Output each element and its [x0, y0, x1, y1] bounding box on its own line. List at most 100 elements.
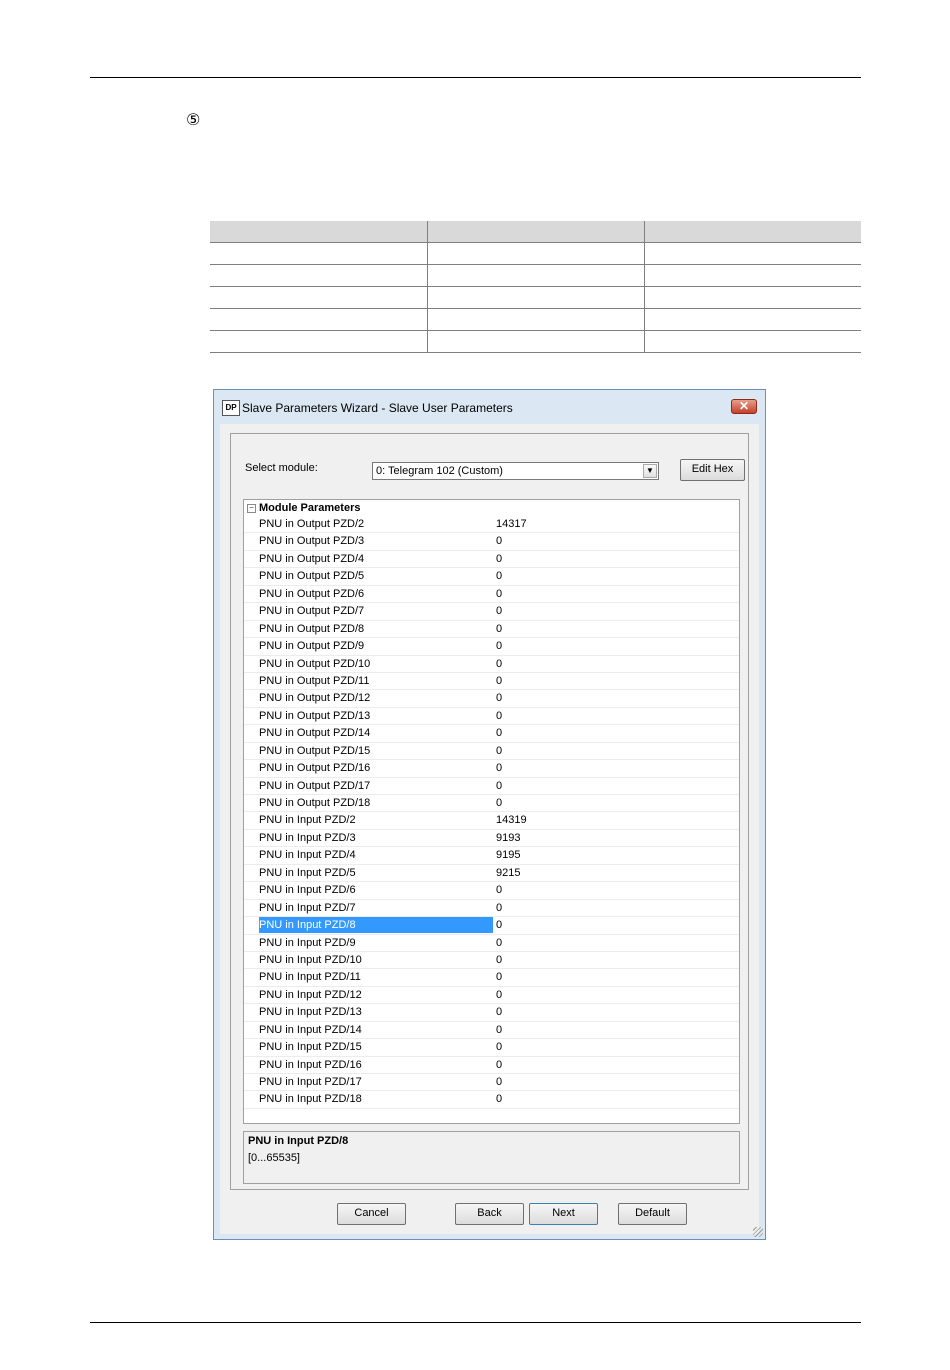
parameter-name: PNU in Input PZD/17 [259, 1076, 362, 1088]
parameter-name: PNU in Output PZD/8 [259, 622, 365, 635]
parameter-name: PNU in Input PZD/2 [259, 814, 356, 827]
parameter-value[interactable]: 0 [496, 917, 502, 934]
parameter-value[interactable]: 0 [496, 656, 502, 673]
parameter-row[interactable]: PNU in Output PZD/5 0 [244, 568, 739, 586]
parameter-name: PNU in Input PZD/3 [259, 831, 356, 844]
parameter-value[interactable]: 0 [496, 690, 502, 707]
title-bar[interactable]: DP Slave Parameters Wizard - Slave User … [214, 390, 765, 424]
parameter-value[interactable]: 0 [496, 568, 502, 585]
parameter-row[interactable]: PNU in Output PZD/8 0 [244, 621, 739, 639]
collapse-icon[interactable]: − [247, 504, 256, 513]
parameter-value[interactable]: 0 [496, 969, 502, 986]
parameter-row[interactable]: PNU in Output PZD/7 0 [244, 603, 739, 621]
module-select[interactable]: 0: Telegram 102 (Custom) ▼ [372, 462, 659, 480]
parameter-row[interactable]: PNU in Output PZD/11 0 [244, 673, 739, 691]
parameter-grid[interactable]: − Module Parameters PNU in Output PZD/2 1… [243, 499, 740, 1124]
parameter-row[interactable]: PNU in Input PZD/3 9193 [244, 830, 739, 848]
parameter-value[interactable]: 0 [496, 778, 502, 795]
parameter-value[interactable]: 0 [496, 1039, 502, 1056]
cancel-button[interactable]: Cancel [337, 1203, 406, 1225]
parameter-row[interactable]: PNU in Output PZD/12 0 [244, 690, 739, 708]
parameter-row[interactable]: PNU in Output PZD/9 0 [244, 638, 739, 656]
parameter-value[interactable]: 0 [496, 621, 502, 638]
doc-table [210, 221, 861, 353]
parameter-row[interactable]: PNU in Input PZD/6 0 [244, 882, 739, 900]
parameter-value[interactable]: 0 [496, 708, 502, 725]
parameter-row[interactable]: PNU in Output PZD/6 0 [244, 586, 739, 604]
parameter-row[interactable]: PNU in Input PZD/17 0 [244, 1074, 739, 1092]
parameter-row[interactable]: PNU in Input PZD/8 0 [244, 917, 739, 935]
parameter-value[interactable]: 0 [496, 1057, 502, 1074]
parameter-row[interactable]: PNU in Input PZD/18 0 [244, 1091, 739, 1109]
parameter-value[interactable]: 0 [496, 1074, 502, 1091]
parameter-row[interactable]: PNU in Output PZD/13 0 [244, 708, 739, 726]
parameter-row[interactable]: PNU in Input PZD/5 9215 [244, 865, 739, 883]
bottom-rule [90, 1322, 861, 1323]
parameter-value[interactable]: 0 [496, 1022, 502, 1039]
parameter-value[interactable]: 14319 [496, 812, 527, 829]
chevron-down-icon[interactable]: ▼ [643, 464, 657, 478]
parameter-value[interactable]: 0 [496, 1004, 502, 1021]
parameter-value[interactable]: 0 [496, 795, 502, 812]
parameter-row[interactable]: PNU in Input PZD/2 14319 [244, 812, 739, 830]
parameter-value[interactable]: 9195 [496, 847, 520, 864]
parameter-name: PNU in Output PZD/12 [259, 692, 371, 705]
parameter-row[interactable]: PNU in Input PZD/11 0 [244, 969, 739, 987]
parameter-row[interactable]: PNU in Input PZD/13 0 [244, 1004, 739, 1022]
parameter-value[interactable]: 0 [496, 586, 502, 603]
close-button[interactable]: ✕ [731, 399, 757, 414]
dialog-client-area: Select module: 0: Telegram 102 (Custom) … [220, 424, 759, 1234]
step-marker: ⑤ [186, 110, 201, 129]
parameter-name: PNU in Input PZD/11 [259, 971, 361, 984]
description-panel: PNU in Input PZD/8 [0...65535] [243, 1131, 740, 1184]
parameter-row[interactable]: PNU in Input PZD/9 0 [244, 935, 739, 952]
parameter-row[interactable]: PNU in Input PZD/15 0 [244, 1039, 739, 1057]
parameter-row[interactable]: PNU in Output PZD/4 0 [244, 551, 739, 569]
parameter-value[interactable]: 9215 [496, 865, 520, 882]
parameter-value[interactable]: 0 [496, 743, 502, 760]
parameter-value[interactable]: 0 [496, 673, 502, 690]
parameter-row[interactable]: PNU in Input PZD/14 0 [244, 1022, 739, 1040]
parameter-row[interactable]: PNU in Output PZD/3 0 [244, 533, 739, 551]
parameter-row[interactable]: PNU in Input PZD/10 0 [244, 952, 739, 970]
grid-group-header[interactable]: − Module Parameters [244, 500, 739, 516]
parameter-value[interactable]: 0 [496, 551, 502, 568]
parameter-row[interactable]: PNU in Output PZD/15 0 [244, 743, 739, 761]
parameter-value[interactable]: 0 [496, 725, 502, 742]
resize-grip-icon[interactable] [753, 1227, 763, 1237]
parameter-row[interactable]: PNU in Input PZD/4 9195 [244, 847, 739, 865]
parameter-value[interactable]: 0 [496, 760, 502, 777]
parameter-value[interactable]: 0 [496, 603, 502, 620]
parameter-value[interactable]: 0 [496, 533, 502, 550]
parameter-name: PNU in Output PZD/2 [259, 518, 365, 530]
parameter-row[interactable]: PNU in Output PZD/17 0 [244, 778, 739, 795]
parameter-row[interactable]: PNU in Output PZD/2 14317 [244, 516, 739, 534]
parameter-value[interactable]: 0 [496, 1091, 502, 1108]
parameter-row[interactable]: PNU in Output PZD/14 0 [244, 725, 739, 743]
parameter-value[interactable]: 0 [496, 638, 502, 655]
parameter-name: PNU in Output PZD/13 [259, 709, 371, 722]
parameter-name: PNU in Output PZD/3 [259, 535, 365, 548]
parameter-row[interactable]: PNU in Output PZD/18 0 [244, 795, 739, 813]
parameter-value[interactable]: 0 [496, 987, 502, 1004]
parameter-value[interactable]: 0 [496, 882, 502, 899]
parameter-name: PNU in Input PZD/7 [259, 901, 356, 914]
parameter-name: PNU in Input PZD/10 [259, 953, 362, 966]
next-button[interactable]: Next [529, 1203, 598, 1225]
parameter-row[interactable]: PNU in Input PZD/16 0 [244, 1057, 739, 1074]
parameter-row[interactable]: PNU in Input PZD/12 0 [244, 987, 739, 1005]
parameter-value[interactable]: 0 [496, 935, 502, 952]
parameter-value[interactable]: 9193 [496, 830, 520, 847]
parameter-name: PNU in Output PZD/10 [259, 657, 371, 670]
app-icon: DP [222, 400, 240, 416]
back-button[interactable]: Back [455, 1203, 524, 1225]
parameter-row[interactable]: PNU in Output PZD/10 0 [244, 656, 739, 673]
parameter-name: PNU in Input PZD/12 [259, 988, 362, 1001]
default-button[interactable]: Default [618, 1203, 687, 1225]
parameter-row[interactable]: PNU in Output PZD/16 0 [244, 760, 739, 778]
parameter-value[interactable]: 0 [496, 952, 502, 969]
parameter-value[interactable]: 0 [496, 900, 502, 917]
edit-hex-button[interactable]: Edit Hex [680, 459, 745, 481]
parameter-row[interactable]: PNU in Input PZD/7 0 [244, 900, 739, 918]
parameter-value[interactable]: 14317 [496, 516, 527, 533]
